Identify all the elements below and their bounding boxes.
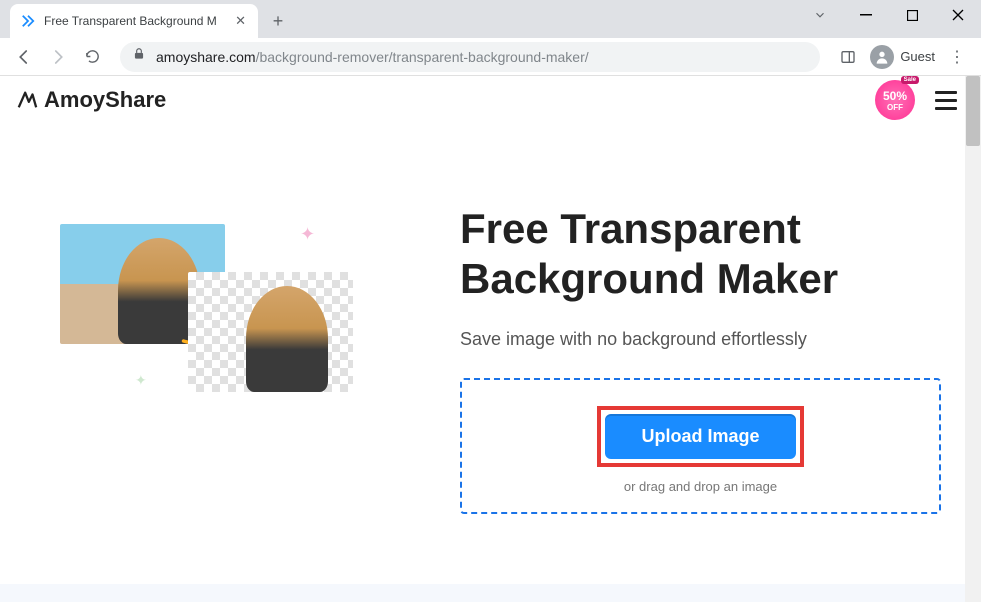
page-subtitle: Save image with no background effortless… [460,329,941,350]
logo-icon [16,89,38,111]
profile-button[interactable]: Guest [870,45,935,69]
site-header: AmoyShare Sale 50% OFF [0,76,981,124]
address-bar[interactable]: amoyshare.com/background-remover/transpa… [120,42,820,72]
scrollbar-thumb[interactable] [966,76,980,146]
scrollbar[interactable] [965,76,981,602]
tab-title: Free Transparent Background M [44,14,225,28]
brand-logo[interactable]: AmoyShare [16,87,166,113]
sparkle-icon: ✦ [300,224,315,245]
sale-off: OFF [887,103,903,112]
maximize-icon[interactable] [889,0,935,30]
sparkle-icon: ✦ [135,372,147,389]
avatar-icon [870,45,894,69]
page-title: Free Transparent Background Maker [460,204,941,305]
sale-ribbon: Sale [901,76,919,84]
caret-icon[interactable] [797,0,843,30]
url-text: amoyshare.com/background-remover/transpa… [156,49,589,65]
back-button[interactable] [10,43,38,71]
lock-icon [132,47,146,66]
sale-badge[interactable]: Sale 50% OFF [875,80,915,120]
hamburger-menu[interactable] [935,91,957,110]
new-tab-button[interactable]: + [264,7,292,35]
upload-image-button[interactable]: Upload Image [605,414,795,459]
forward-button[interactable] [44,43,72,71]
guest-label: Guest [900,49,935,64]
footer-band [0,584,965,602]
transparent-image [188,272,353,392]
brand-name: AmoyShare [44,87,166,113]
menu-icon[interactable]: ⋮ [943,47,971,67]
upload-dropzone[interactable]: Upload Image or drag and drop an image [460,378,941,514]
demo-illustration: ➜ ✦ ✦ [60,204,420,602]
drag-drop-hint: or drag and drop an image [482,479,919,494]
favicon-icon [20,13,36,29]
close-window-icon[interactable] [935,0,981,30]
highlight-box: Upload Image [597,406,803,467]
minimize-icon[interactable] [843,0,889,30]
reload-button[interactable] [78,43,106,71]
sale-percent: 50% [883,89,907,103]
close-tab-icon[interactable]: ✕ [233,13,248,29]
browser-tab[interactable]: Free Transparent Background M ✕ [10,4,258,38]
panel-icon[interactable] [834,43,862,71]
